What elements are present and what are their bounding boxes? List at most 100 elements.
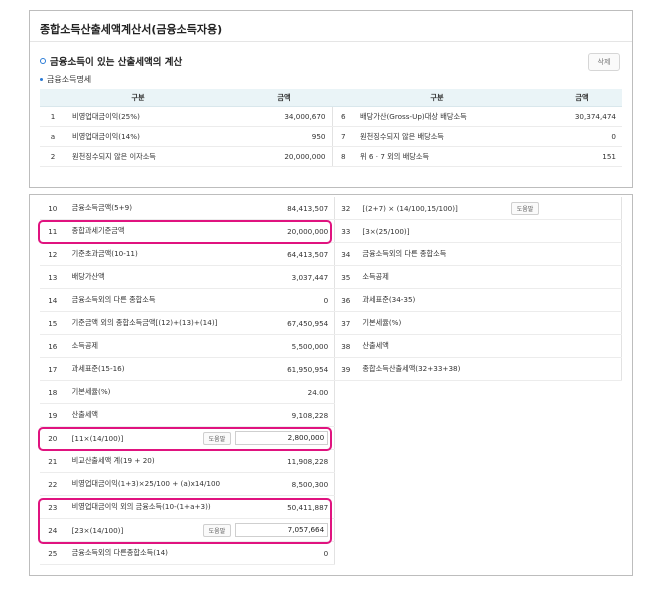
row-amount: 20,000,000 bbox=[235, 219, 336, 243]
row-number: 16 bbox=[40, 334, 66, 358]
row-number: 23 bbox=[40, 495, 66, 519]
subsection-title: 금융소득명세 bbox=[40, 74, 91, 85]
row-label: 소득공제 bbox=[356, 265, 544, 289]
table-header-row: 구분 금액 구분 금액 bbox=[40, 89, 622, 107]
table-row: 12 기준초과금액(10-11) 64,413,507 34 금융소득외의 다른… bbox=[40, 242, 623, 266]
bottom-panel: 10 금융소득금액(5+9) 84,413,507 32 [(2+7) × (1… bbox=[29, 194, 633, 576]
row-amount: 64,413,507 bbox=[235, 242, 336, 266]
title-divider bbox=[30, 41, 632, 42]
row-label: 기본세율(%) bbox=[356, 311, 544, 335]
row-number: 22 bbox=[40, 472, 66, 496]
row-number: 34 bbox=[334, 242, 357, 266]
header-gubun: 구분 bbox=[332, 89, 542, 107]
row-label: 산출세액 bbox=[356, 334, 544, 358]
top-panel: 종합소득산출세액계산서(금융소득자용) 금융소득이 있는 산출세액의 계산 삭제… bbox=[29, 10, 633, 188]
row-label: 배당가산액 bbox=[65, 265, 236, 289]
amount-input[interactable]: 7,057,664 bbox=[235, 523, 329, 537]
table-row: 23 비영업대금이익 외의 금융소득(10-(1+a+3)) 50,411,88… bbox=[40, 495, 622, 519]
row-amount: 0 bbox=[235, 541, 336, 565]
row-number: 2 bbox=[40, 146, 66, 167]
row-number: a bbox=[40, 126, 66, 147]
row-number: 25 bbox=[40, 541, 66, 565]
row-number: 14 bbox=[40, 288, 66, 312]
row-label: 과세표준(15-16) bbox=[65, 357, 236, 381]
help-button[interactable]: 도움말 bbox=[202, 523, 232, 537]
row-label-with-help: [(2+7) × (14/100,15/100)] 도움말 bbox=[356, 197, 544, 220]
dot-bullet-icon bbox=[40, 78, 43, 81]
row-number: 37 bbox=[334, 311, 357, 335]
row-amount-cell: 2,800,000 bbox=[235, 426, 336, 450]
row-label: 위 6 · 7 외의 배당소득 bbox=[354, 146, 542, 167]
row-amount: 50,411,887 bbox=[235, 495, 336, 519]
row-number: 35 bbox=[334, 265, 357, 289]
row-amount: 67,450,954 bbox=[235, 311, 336, 335]
row-label: 기준초과금액(10-11) bbox=[65, 242, 236, 266]
row-amount: 9,108,228 bbox=[235, 403, 336, 427]
row-number: 39 bbox=[334, 357, 357, 381]
row-label: [23×(14/100)] bbox=[71, 525, 124, 535]
row-number: 7 bbox=[332, 126, 354, 147]
row-label: [(2+7) × (14/100,15/100)] bbox=[362, 203, 458, 213]
row-amount bbox=[543, 219, 623, 243]
row-amount bbox=[543, 242, 623, 266]
row-number: 24 bbox=[40, 518, 66, 542]
row-label: 비영업대금이익 외의 금융소득(10-(1+a+3)) bbox=[65, 495, 236, 519]
table-row: 16 소득공제 5,500,000 38 산출세액 bbox=[40, 334, 623, 358]
row-label: 기준금액 외의 종합소득금액[(12)+(13)+(14)] bbox=[65, 311, 236, 335]
row-label: 소득공제 bbox=[65, 334, 236, 358]
row-number: 10 bbox=[40, 197, 66, 220]
row-amount: 0 bbox=[235, 288, 336, 312]
row-number: 12 bbox=[40, 242, 66, 266]
header-amount: 금액 bbox=[236, 89, 332, 107]
row-label: 기본세율(%) bbox=[65, 380, 236, 404]
table-row: a 비영업대금이익(14%) 950 7 원천징수되지 않은 배당소득 0 bbox=[40, 126, 622, 147]
row-number: 11 bbox=[40, 219, 66, 243]
row-amount: 20,000,000 bbox=[236, 146, 333, 167]
row-number: 18 bbox=[40, 380, 66, 404]
row-amount: 0 bbox=[542, 126, 622, 147]
table-row: 1 비영업대금이익(25%) 34,000,670 6 배당가산(Gross-U… bbox=[40, 106, 622, 127]
row-label: 산출세액 bbox=[65, 403, 236, 427]
row-amount: 24.00 bbox=[235, 380, 336, 404]
header-amount: 금액 bbox=[542, 89, 622, 107]
delete-button[interactable]: 삭제 bbox=[588, 53, 620, 71]
row-number: 19 bbox=[40, 403, 66, 427]
table-row: 22 비영업대금이익(1+3)×25/100 + (a)x14/100 8,50… bbox=[40, 472, 622, 496]
row-number: 13 bbox=[40, 265, 66, 289]
row-amount-cell: 7,057,664 bbox=[235, 518, 336, 542]
row-amount: 30,374,474 bbox=[542, 106, 622, 127]
row-number: 21 bbox=[40, 449, 66, 473]
row-label: [3×(25/100)] bbox=[356, 219, 544, 243]
row-label: 종합소득산출세액(32+33+38) bbox=[356, 357, 544, 381]
row-amount: 3,037,447 bbox=[235, 265, 336, 289]
row-amount bbox=[543, 265, 623, 289]
row-amount bbox=[543, 357, 623, 381]
subsection-title-text: 금융소득명세 bbox=[47, 75, 92, 84]
row-label: 금융소득외의 다른종합소득(14) bbox=[65, 541, 236, 565]
row-number: 15 bbox=[40, 311, 66, 335]
row-amount: 8,500,300 bbox=[235, 472, 336, 496]
row-number: 33 bbox=[334, 219, 357, 243]
help-button[interactable]: 도움말 bbox=[510, 201, 540, 215]
amount-input[interactable]: 2,800,000 bbox=[235, 431, 329, 445]
row-amount: 61,950,954 bbox=[235, 357, 336, 381]
row-amount: 84,413,507 bbox=[235, 197, 336, 220]
row-label: 비교산출세액 계(19 + 20) bbox=[65, 449, 236, 473]
row-label: 종합과세기준금액 bbox=[65, 219, 236, 243]
section-title-text: 금융소득이 있는 산출세액의 계산 bbox=[50, 57, 183, 68]
row-label-with-help: [23×(14/100)] 도움말 bbox=[65, 518, 236, 542]
financial-income-table: 구분 금액 구분 금액 1 비영업대금이익(25%) 34,000,670 6 … bbox=[40, 89, 622, 167]
row-label: 금융소득외의 다른 종합소득 bbox=[356, 242, 544, 266]
row-label: 비영업대금이익(1+3)×25/100 + (a)x14/100 bbox=[65, 472, 236, 496]
table-row: 24 [23×(14/100)] 도움말 7,057,664 bbox=[40, 518, 622, 542]
row-amount bbox=[543, 334, 623, 358]
row-amount: 34,000,670 bbox=[236, 106, 333, 127]
table-row: 21 비교산출세액 계(19 + 20) 11,908,228 bbox=[40, 449, 622, 473]
row-number: 17 bbox=[40, 357, 66, 381]
table-row: 25 금융소득외의 다른종합소득(14) 0 bbox=[40, 541, 622, 565]
row-label: 비영업대금이익(14%) bbox=[66, 126, 236, 147]
row-label: [11×(14/100)] bbox=[71, 433, 124, 443]
row-label: 금융소득금액(5+9) bbox=[65, 197, 236, 220]
help-button[interactable]: 도움말 bbox=[202, 431, 232, 445]
row-label: 과세표준(34-35) bbox=[356, 288, 544, 312]
